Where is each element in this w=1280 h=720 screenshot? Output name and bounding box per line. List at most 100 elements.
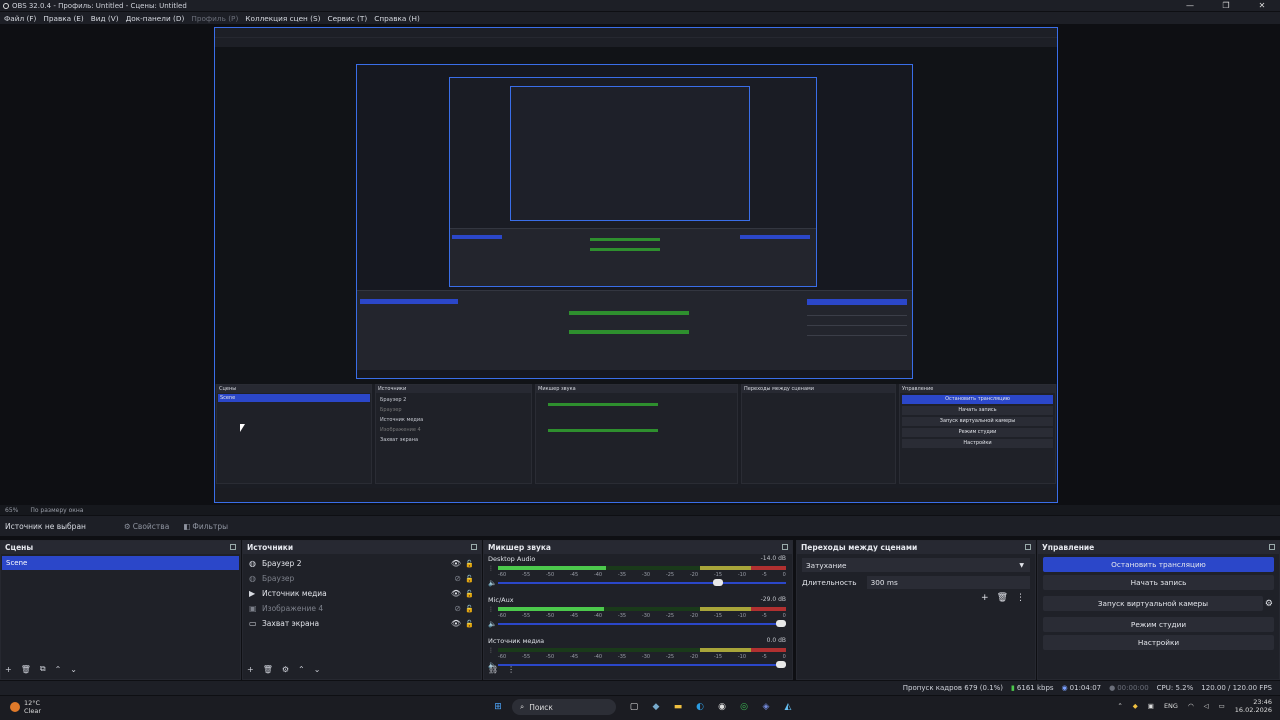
mixer-channels: Desktop Audio -14.0 dB ⋮ -60 -55 -50 -45 -40 -35…: [484, 555, 792, 677]
source-item[interactable]: ▶ Источник медиа 👁 🔓: [243, 586, 481, 601]
undock-icon[interactable]: [782, 544, 788, 550]
visibility-hidden-icon[interactable]: ⊘: [454, 574, 461, 583]
speaker-icon[interactable]: 🔈: [488, 579, 497, 587]
edge-icon[interactable]: ◐: [692, 699, 708, 715]
scene-item[interactable]: Scene: [2, 556, 239, 570]
move-source-up-button[interactable]: ⌃: [298, 665, 305, 674]
channel-db: 0.0 dB: [766, 637, 786, 644]
taskbar-search[interactable]: ⌕ Поиск: [512, 699, 616, 715]
move-scene-up-button[interactable]: ⌃: [55, 665, 62, 674]
lock-icon[interactable]: 🔓: [465, 590, 474, 598]
channel-menu-icon[interactable]: ⋮: [488, 647, 494, 654]
source-item[interactable]: ▣ Изображение 4 ⊘ 🔓: [243, 601, 481, 616]
remove-scene-button[interactable]: 🗑: [21, 665, 31, 674]
move-source-down-button[interactable]: ⌄: [314, 665, 321, 674]
gear-icon[interactable]: ⚙: [1265, 599, 1273, 609]
source-item[interactable]: ◍ Браузер ⊘ 🔓: [243, 571, 481, 586]
remove-transition-button[interactable]: 🗑: [997, 593, 1008, 603]
volume-slider[interactable]: [498, 579, 786, 586]
undock-icon[interactable]: [230, 544, 236, 550]
tray-app-icon[interactable]: ◆: [1133, 702, 1138, 710]
add-scene-button[interactable]: +: [5, 665, 12, 674]
weather-widget[interactable]: 12°C Clear: [10, 699, 41, 715]
properties-button[interactable]: ⚙ Свойства: [124, 522, 169, 531]
volume-slider[interactable]: [498, 620, 786, 627]
preview-canvas[interactable]: Сцены Scene Источники Браузер 2 Браузер …: [214, 27, 1058, 503]
menu-tools[interactable]: Сервис (T): [327, 14, 367, 23]
scene-filters-button[interactable]: ⧉: [40, 664, 46, 674]
visibility-hidden-icon[interactable]: ⊘: [454, 604, 461, 613]
settings-button[interactable]: Настройки: [1043, 635, 1274, 650]
add-source-button[interactable]: +: [247, 665, 254, 674]
transition-select[interactable]: Затухание ▼: [802, 558, 1030, 572]
visibility-eye-icon[interactable]: 👁: [451, 559, 461, 568]
more-options-icon[interactable]: ⋮: [507, 665, 515, 674]
studio-mode-button[interactable]: Режим студии: [1043, 617, 1274, 632]
clock[interactable]: 23:46 16.02.2026: [1235, 698, 1272, 714]
menu-edit[interactable]: Правка (E): [43, 14, 83, 23]
discord-icon[interactable]: ◈: [758, 699, 774, 715]
battery-icon[interactable]: ▭: [1219, 702, 1225, 710]
menu-help[interactable]: Справка (H): [374, 14, 420, 23]
maximize-button[interactable]: ❐: [1208, 0, 1244, 11]
meter-red-zone: [751, 607, 786, 611]
visibility-eye-icon[interactable]: 👁: [451, 589, 461, 598]
file-explorer-icon[interactable]: ▬: [670, 699, 686, 715]
menu-view[interactable]: Вид (V): [91, 14, 119, 23]
windows-start-icon[interactable]: ⊞: [490, 699, 506, 715]
start-recording-button[interactable]: Начать запись: [1043, 575, 1274, 590]
channel-menu-icon[interactable]: ⋮: [488, 606, 494, 613]
undock-icon[interactable]: [471, 544, 477, 550]
windows-taskbar: 12°C Clear ⊞ ⌕ Поиск ▢ ◆ ▬ ◐ ◉ ◎ ◈ ◭ ⌃ ◆…: [0, 696, 1280, 720]
tray-chevron-icon[interactable]: ⌃: [1117, 702, 1122, 710]
minimize-button[interactable]: —: [1172, 0, 1208, 11]
chrome-icon[interactable]: ◎: [736, 699, 752, 715]
link-icon[interactable]: ⛓: [488, 665, 498, 674]
undock-icon[interactable]: [1025, 544, 1031, 550]
filters-button[interactable]: ◧ Фильтры: [183, 522, 228, 531]
captured-preview: [215, 47, 1057, 387]
copilot-icon[interactable]: ◆: [648, 699, 664, 715]
undock-icon[interactable]: [1269, 544, 1275, 550]
fit-mode-select[interactable]: По размеру окна: [30, 507, 83, 514]
remove-source-button[interactable]: 🗑: [263, 665, 273, 674]
tray-app-icon[interactable]: ▣: [1148, 702, 1154, 710]
steam-icon[interactable]: ◭: [780, 699, 796, 715]
scale-tick: 0: [782, 654, 786, 660]
speaker-icon[interactable]: 🔈: [488, 620, 497, 628]
duration-input[interactable]: 300 ms: [866, 576, 1030, 589]
obs-icon[interactable]: ◉: [714, 699, 730, 715]
move-scene-down-button[interactable]: ⌄: [70, 665, 77, 674]
zoom-level[interactable]: 65%: [5, 507, 18, 514]
add-transition-button[interactable]: +: [981, 593, 989, 603]
lock-icon[interactable]: 🔓: [465, 605, 474, 613]
volume-icon[interactable]: ◁: [1204, 702, 1209, 710]
controls-dock: Управление Остановить трансляцию Начать …: [1037, 540, 1280, 680]
transition-menu-button[interactable]: ⋮: [1016, 593, 1025, 603]
volume-slider-knob[interactable]: [776, 620, 786, 627]
captured-row: [807, 335, 907, 336]
language-indicator[interactable]: ENG: [1164, 702, 1178, 710]
menu-scene-collection[interactable]: Коллекция сцен (S): [245, 14, 320, 23]
task-view-icon[interactable]: ▢: [626, 699, 642, 715]
wifi-icon[interactable]: ◠: [1188, 702, 1194, 710]
source-properties-button[interactable]: ⚙: [282, 665, 289, 674]
scale-tick: -50: [545, 654, 555, 660]
menu-file[interactable]: Файл (F): [4, 14, 36, 23]
menu-docks[interactable]: Док-панели (D): [126, 14, 185, 23]
close-button[interactable]: ✕: [1244, 0, 1280, 11]
mixer-channel: Mic/Aux -29.0 dB ⋮ -60 -55 -50 -45 -40 -35 -30 -25…: [484, 596, 792, 636]
visibility-eye-icon[interactable]: 👁: [451, 619, 461, 628]
source-item[interactable]: ◍ Браузер 2 👁 🔓: [243, 556, 481, 571]
volume-slider-knob[interactable]: [712, 579, 723, 586]
scale-tick: -50: [545, 572, 555, 578]
start-virtual-camera-button[interactable]: Запуск виртуальной камеры: [1043, 596, 1263, 611]
weather-desc: Clear: [24, 707, 41, 715]
stop-streaming-button[interactable]: Остановить трансляцию: [1043, 557, 1274, 572]
channel-menu-icon[interactable]: ⋮: [488, 565, 494, 572]
stream-icon: ◉: [1061, 684, 1068, 692]
lock-icon[interactable]: 🔓: [465, 560, 474, 568]
lock-icon[interactable]: 🔓: [465, 575, 474, 583]
source-item[interactable]: ▭ Захват экрана 👁 🔓: [243, 616, 481, 631]
lock-icon[interactable]: 🔓: [465, 620, 474, 628]
